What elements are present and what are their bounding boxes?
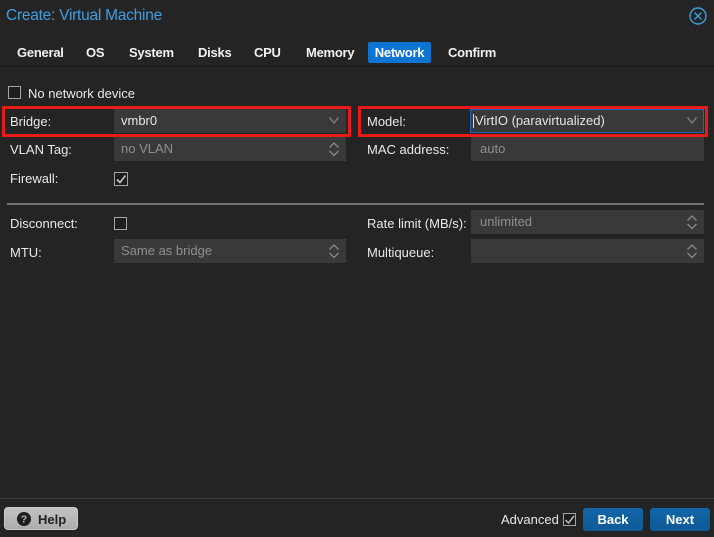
svg-text:?: ?: [21, 514, 27, 526]
